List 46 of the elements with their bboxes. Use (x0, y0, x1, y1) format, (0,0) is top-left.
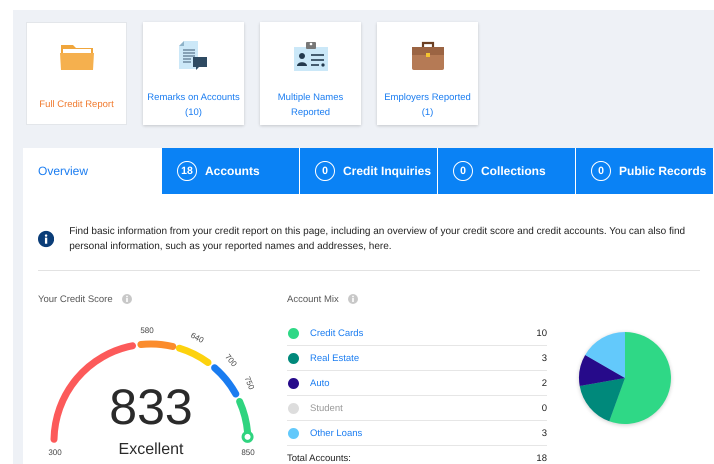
tab[interactable]: 0 Collections (437, 148, 575, 194)
account-count: 3 (542, 352, 547, 364)
tick-label: 750 (242, 375, 256, 391)
briefcase-icon (412, 41, 444, 71)
account-count: 10 (536, 328, 547, 338)
count-badge: 0 (315, 161, 335, 181)
tick-label: 700 (223, 352, 239, 368)
info-text: Find basic information from your credit report on this page, including an overview of your credit score and credit accounts. You can also find personal information, such as your reported names and addresses, here. (69, 225, 686, 254)
info-icon[interactable] (122, 294, 132, 304)
account-count: 3 (542, 428, 547, 438)
document-chat-icon (178, 40, 208, 72)
tick-label: 580 (140, 326, 154, 335)
account-count: 0 (542, 402, 547, 414)
id-card-icon (294, 41, 328, 71)
score-rating: Excellent (118, 441, 184, 458)
tab-label: Credit Inquiries (343, 164, 432, 178)
account-count: 2 (542, 378, 547, 388)
folder-icon (58, 42, 94, 72)
tab-label: Public Records (619, 164, 706, 178)
report-card[interactable]: Employers Reported (1) (377, 22, 478, 125)
tick-label: 300 (48, 448, 62, 457)
section-title: Account Mix (287, 294, 339, 304)
count-badge: 0 (591, 161, 611, 181)
report-card[interactable]: Multiple Names Reported (260, 22, 361, 125)
report-card[interactable]: Full Credit Report (26, 22, 127, 125)
tick-label: 850 (241, 448, 255, 457)
count-badge: 18 (177, 161, 197, 181)
account-type-link[interactable]: Real Estate (310, 352, 542, 364)
tick-label: 640 (189, 330, 206, 345)
tab[interactable]: 18 Accounts (161, 148, 299, 194)
total-count: 18 (536, 452, 547, 464)
info-icon[interactable] (348, 294, 358, 304)
account-type-link[interactable]: Credit Cards (310, 328, 536, 338)
tab-label: Overview (38, 164, 88, 178)
report-card[interactable]: Remarks on Accounts (10) (143, 22, 244, 125)
credit-score: 833 (109, 379, 193, 435)
account-type-link: Student (310, 402, 344, 414)
tab-label: Collections (481, 164, 546, 178)
account-type-link[interactable]: Auto (310, 378, 542, 388)
tab-label: Accounts (205, 164, 260, 178)
tab[interactable]: 0 Public Records (575, 148, 713, 194)
count-badge: 0 (453, 161, 473, 181)
total-label: Total Accounts: (287, 452, 352, 464)
section-title: Your Credit Score (38, 294, 113, 304)
account-type-link[interactable]: Other Loans (310, 428, 542, 438)
tab[interactable]: 0 Credit Inquiries (299, 148, 437, 194)
